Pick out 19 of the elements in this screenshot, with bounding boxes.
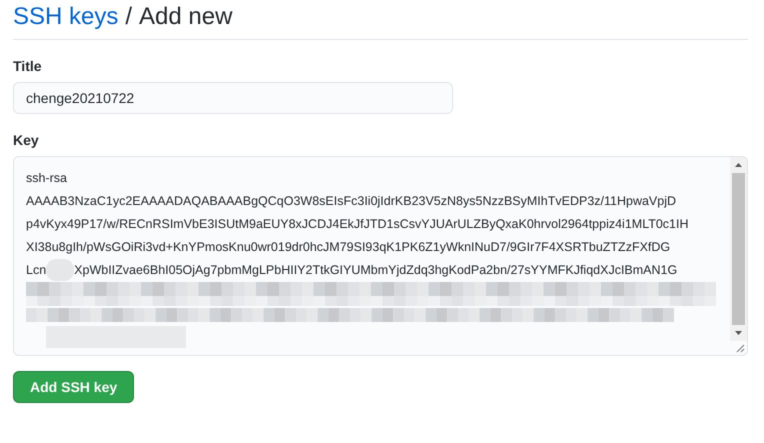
key-text-line: p4vKyx49P17/w/RECnRSImVbE3ISUtM9aEUY8xJCDJ4EkJfJTD1sCsvYJUArULZByQxaK0hrvol2964tppiz4i1MLT0c1IH (26, 216, 690, 233)
redaction-smudge (46, 259, 74, 281)
key-label: Key (13, 132, 40, 148)
key-text-line: Lcn (26, 262, 46, 279)
ssh-keys-link[interactable]: SSH keys (13, 3, 118, 31)
key-text-line: XI38u8gIh/pWsGOiRi3vd+KnYPmosKnu0wr019dr0hcJM79SI93qK1PK6Z1yWknINuD7/9GIr7F4XSRTbuZTZzFXfDG (26, 239, 672, 256)
scroll-down-icon[interactable] (735, 331, 742, 335)
scroll-up-icon[interactable] (735, 163, 742, 167)
scrollbar[interactable] (730, 157, 747, 341)
key-text-line: ssh-rsa (26, 170, 68, 187)
breadcrumb-separator: / (125, 3, 132, 31)
add-ssh-key-button[interactable]: Add SSH key (13, 371, 134, 403)
title-label: Title (13, 58, 43, 74)
page-title: Add new (139, 3, 232, 31)
key-textarea[interactable] (13, 156, 748, 356)
title-input[interactable]: chenge20210722 (13, 82, 453, 114)
resize-grip-icon[interactable] (736, 344, 745, 353)
key-text-line: AAAAB3NzaC1yc2EAAAADAQABAAABgQCqO3W8sEIsFc3Ii0jIdrKB23V5zN8ys5NzzBSyMIhTvEDP3z/11HpwaVpjD (26, 193, 678, 210)
key-text-line: XpWbIIZvae6BhI05OjAg7pbmMgLPbHIIY2TtkGIYUMbmYjdZdq3hgKodPa2bn/27sYYMFKJfiqdXJcIBmAN1G (74, 262, 678, 279)
